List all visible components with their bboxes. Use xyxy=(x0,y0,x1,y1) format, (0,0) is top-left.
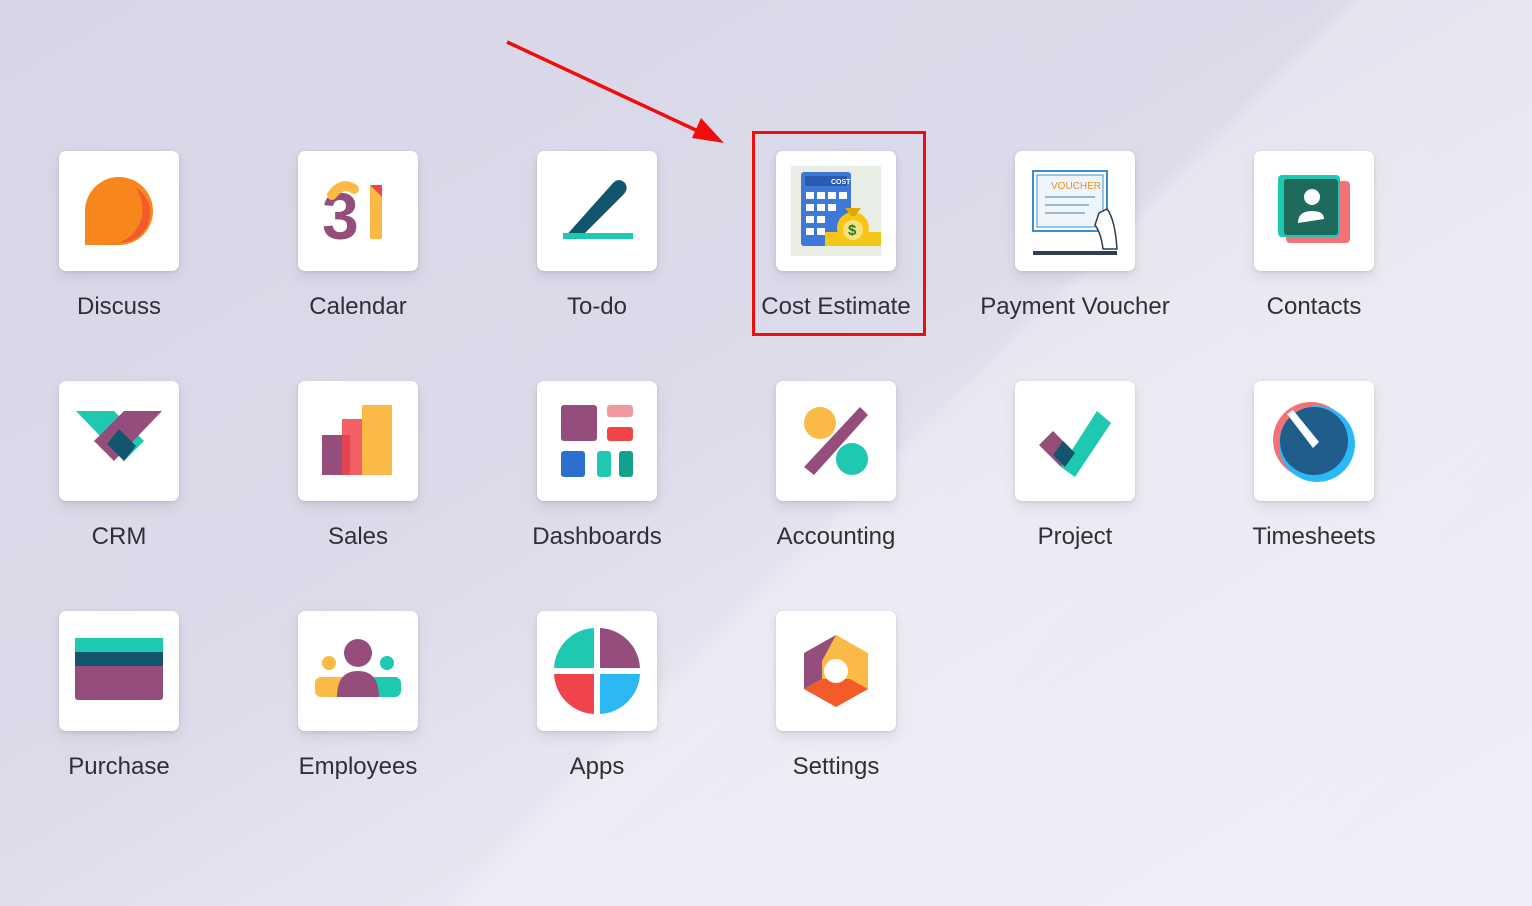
app-sales[interactable]: Sales xyxy=(238,381,478,581)
app-label: Timesheets xyxy=(1252,523,1376,550)
app-label: Sales xyxy=(327,523,389,550)
todo-icon xyxy=(537,151,657,271)
app-label: Dashboards xyxy=(532,523,662,550)
cost-estimate-icon-text: COST xyxy=(831,179,851,186)
app-calendar[interactable]: 3 31 Calendar xyxy=(238,151,478,351)
svg-text:$: $ xyxy=(848,222,857,239)
calendar-icon-text: 31 xyxy=(318,171,320,172)
app-purchase[interactable]: Purchase xyxy=(0,611,239,811)
app-label: Cost Estimate xyxy=(761,293,911,320)
settings-icon xyxy=(776,611,896,731)
employees-icon xyxy=(298,611,418,731)
app-contacts[interactable]: Contacts xyxy=(1194,151,1434,351)
project-icon xyxy=(1015,381,1135,501)
contacts-icon xyxy=(1254,151,1374,271)
cost-estimate-icon: COST $ xyxy=(776,151,896,271)
app-label: Contacts xyxy=(1266,293,1362,320)
app-label: Calendar xyxy=(309,293,407,320)
app-payment-voucher[interactable]: VOUCHER Payment Voucher xyxy=(955,151,1195,351)
crm-icon xyxy=(59,381,179,501)
dashboards-icon xyxy=(537,381,657,501)
app-label: CRM xyxy=(91,523,147,550)
app-crm[interactable]: CRM xyxy=(0,381,239,581)
calendar-icon: 3 31 xyxy=(298,151,418,271)
app-label: Accounting xyxy=(776,523,896,550)
app-label: Employees xyxy=(298,753,418,780)
app-discuss[interactable]: Discuss xyxy=(0,151,239,351)
app-label: Purchase xyxy=(68,753,170,780)
app-todo[interactable]: To-do xyxy=(477,151,717,351)
app-label: To-do xyxy=(566,293,628,320)
app-timesheets[interactable]: Timesheets xyxy=(1194,381,1434,581)
app-apps[interactable]: Apps xyxy=(477,611,717,811)
purchase-icon xyxy=(59,611,179,731)
apps-icon xyxy=(537,611,657,731)
app-accounting[interactable]: Accounting xyxy=(716,381,956,581)
app-dashboards[interactable]: Dashboards xyxy=(477,381,717,581)
app-label: Discuss xyxy=(76,293,161,320)
discuss-icon xyxy=(59,151,179,271)
app-label: Settings xyxy=(792,753,880,780)
app-project[interactable]: Project xyxy=(955,381,1195,581)
app-employees[interactable]: Employees xyxy=(238,611,478,811)
app-settings[interactable]: Settings xyxy=(716,611,956,811)
sales-icon xyxy=(298,381,418,501)
app-cost-estimate[interactable]: COST $ Cost Estimate xyxy=(716,151,956,351)
app-label: Payment Voucher xyxy=(980,293,1170,320)
payment-voucher-icon: VOUCHER xyxy=(1015,151,1135,271)
app-label: Apps xyxy=(569,753,625,780)
app-label: Project xyxy=(1037,523,1113,550)
voucher-icon-text: VOUCHER xyxy=(1051,181,1101,192)
accounting-icon xyxy=(776,381,896,501)
timesheets-icon xyxy=(1254,381,1374,501)
